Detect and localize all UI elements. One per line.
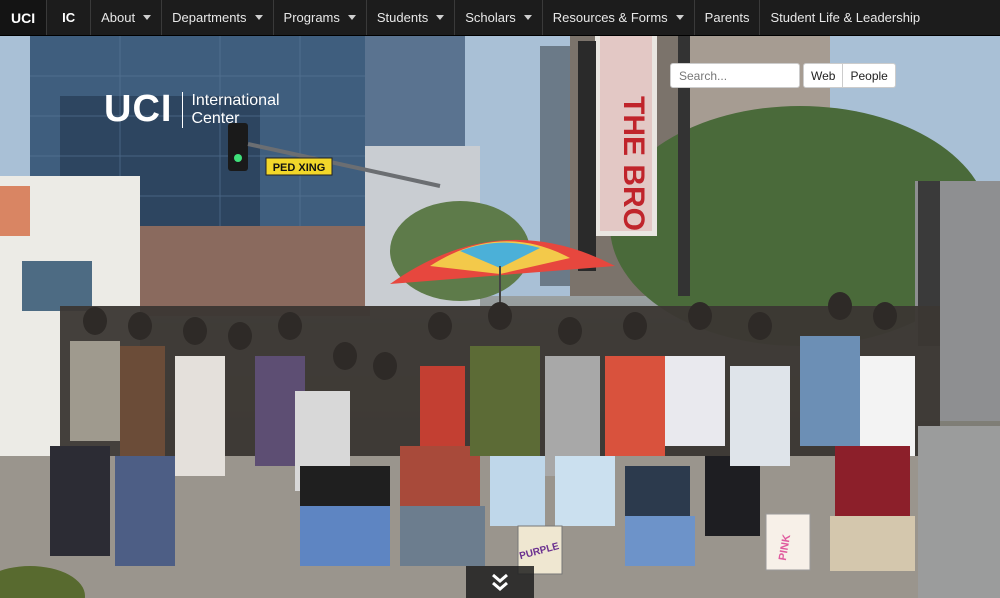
chevron-down-icon [347, 15, 356, 20]
nav-item-departments[interactable]: Departments [162, 0, 274, 35]
ic-home-link[interactable]: IC [47, 0, 92, 35]
nav-label: Parents [704, 10, 750, 25]
search-input[interactable] [670, 63, 800, 88]
nav-label: Student Life & Leadership [770, 10, 921, 25]
hero-image: THE BRO PED XING PURPLE PINK UCI Interna… [0, 36, 1000, 598]
banner-text: THE BRO [617, 96, 650, 231]
nav-label: Departments [172, 10, 247, 25]
chevron-down-icon [436, 15, 445, 20]
uci-home-link[interactable]: UCI [0, 0, 48, 35]
top-navigation: UCI IC About Departments Programs Studen… [0, 0, 1000, 36]
chevron-down-icon [254, 15, 263, 20]
nav-item-students[interactable]: Students [367, 0, 456, 35]
nav-item-parents[interactable]: Parents [695, 0, 761, 35]
logo-wordmark: International Center [191, 92, 279, 128]
nav-label: Students [376, 10, 429, 25]
search-scope-toggle: Web People [803, 63, 896, 88]
nav-label: Resources & Forms [552, 10, 668, 25]
nav-label: Scholars [465, 10, 516, 25]
logo-mark: UCI [104, 88, 173, 130]
search-people-button[interactable]: People [843, 63, 896, 88]
chevron-down-icon [675, 15, 684, 20]
street-sign-text: PED XING [273, 162, 326, 174]
nav-item-scholars[interactable]: Scholars [455, 0, 543, 35]
chevron-down-icon [143, 15, 152, 20]
chevron-down-icon [523, 15, 532, 20]
nav-item-student-life-leadership[interactable]: Student Life & Leadership [760, 0, 930, 35]
logo-divider [182, 92, 184, 128]
nav-label: Programs [283, 10, 340, 25]
nav-item-programs[interactable]: Programs [274, 0, 367, 35]
logo-line-1: International [191, 92, 280, 109]
scroll-down-button[interactable] [466, 566, 534, 598]
search-bar: Web People [670, 63, 896, 88]
logo-line-2: Center [191, 110, 240, 127]
search-web-button[interactable]: Web [803, 63, 844, 88]
double-chevron-down-icon [492, 573, 508, 591]
nav-item-about[interactable]: About [91, 0, 163, 35]
nav-label: About [101, 10, 136, 25]
nav-item-resources-forms[interactable]: Resources & Forms [543, 0, 695, 35]
uci-international-center-logo[interactable]: UCI International Center [104, 88, 280, 130]
